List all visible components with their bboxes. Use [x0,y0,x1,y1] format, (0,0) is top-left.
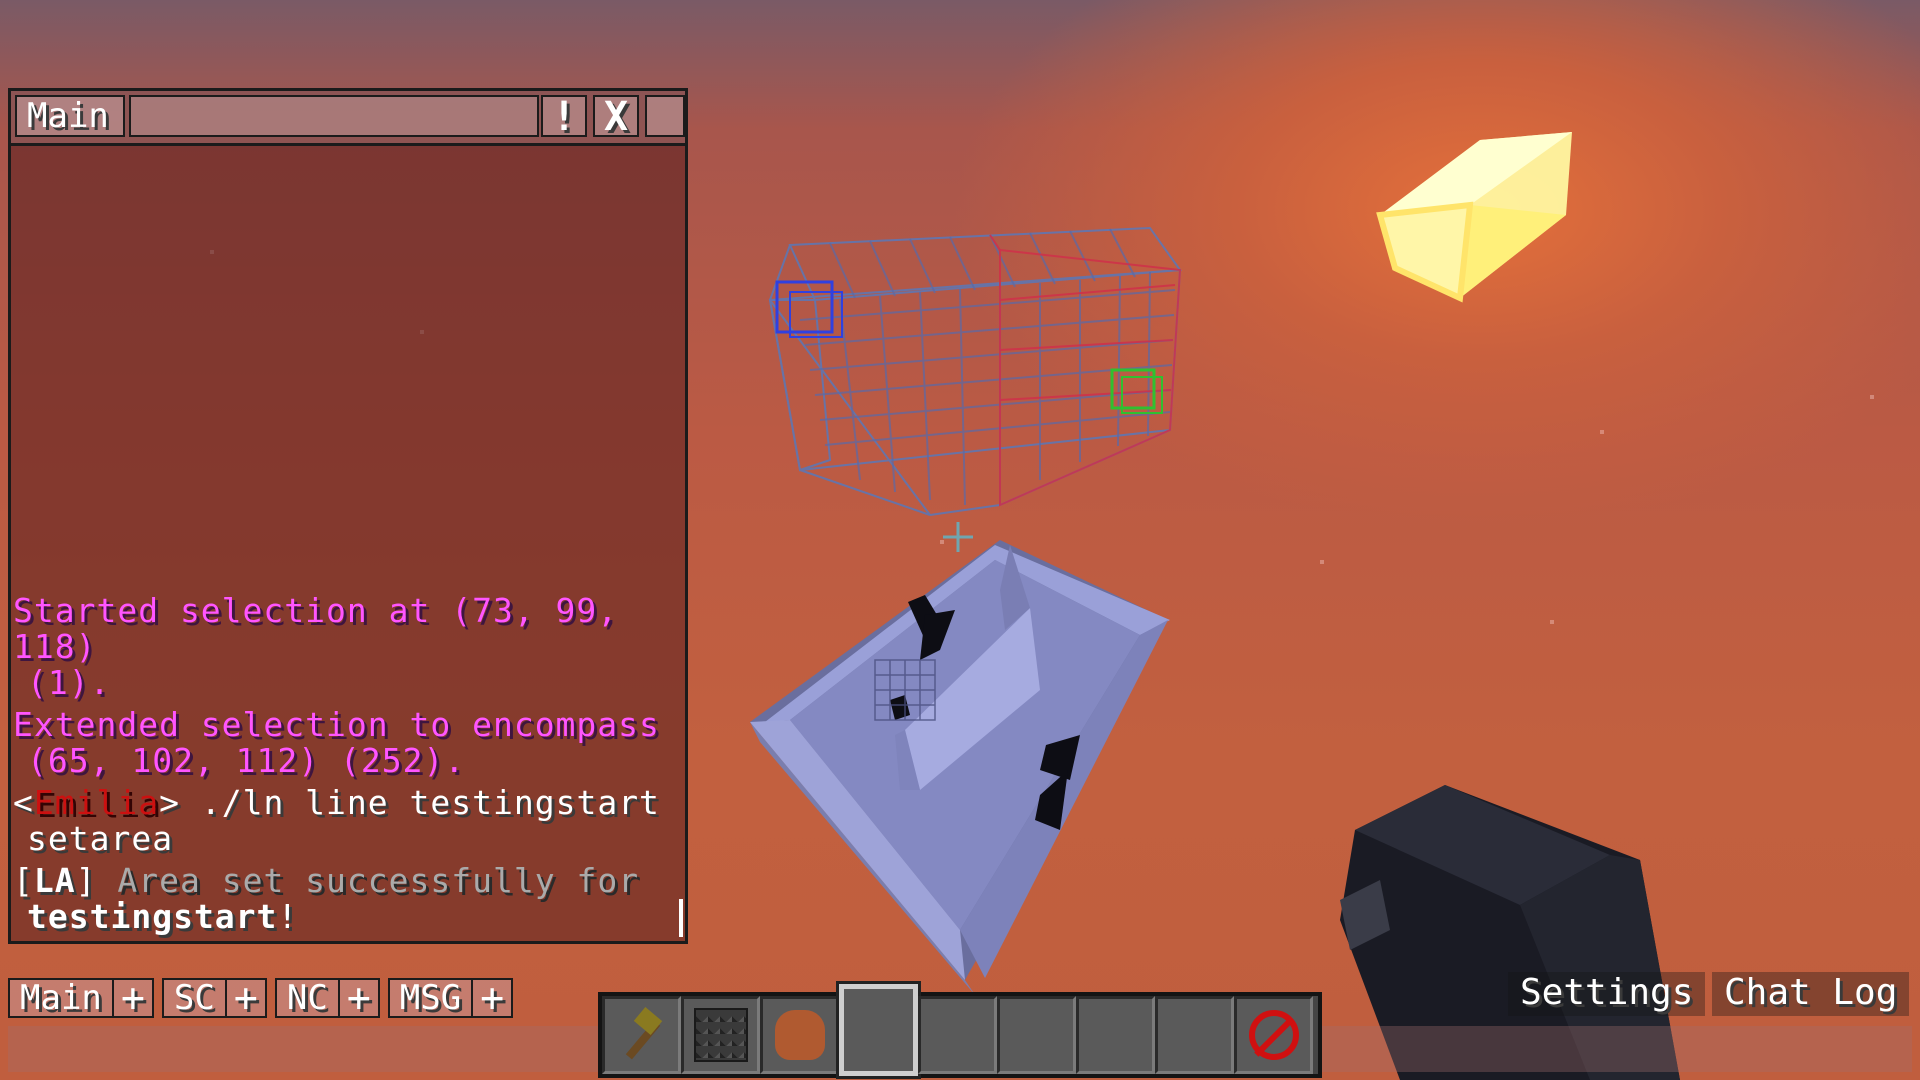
hotbar-slot[interactable] [602,996,681,1074]
chat-bracket-close: > [159,783,180,822]
chat-log-button[interactable]: Chat Log [1712,972,1910,1016]
player-name[interactable]: Emilia [34,783,159,822]
channel-label[interactable]: MSG [387,978,474,1018]
chat-extra-button[interactable] [645,95,685,137]
barrier-icon [1248,1010,1299,1060]
chat-message-text: Extended selection to encompass [13,705,660,744]
channel-tab-sc[interactable]: SC + [161,978,267,1018]
chat-cursor [679,899,683,937]
chat-window: Main ! X Started selection at (73, 99, 1… [8,88,688,944]
channel-label[interactable]: Main [8,978,114,1018]
channel-tab-main[interactable]: Main + [8,978,154,1018]
chat-message-cont: (1). [27,663,111,702]
plus-icon[interactable]: + [113,978,154,1018]
hotbar-slot-selected[interactable] [836,981,921,1079]
chat-message-cont: testingstart! [13,899,683,935]
settings-button[interactable]: Settings [1508,972,1706,1016]
channel-tab-nc[interactable]: NC + [274,978,380,1018]
hotbar-slot[interactable] [760,996,839,1074]
hotbar-slot[interactable] [1076,996,1155,1074]
channel-tab-msg[interactable]: MSG + [387,978,514,1018]
structure-build [750,540,1170,995]
chat-messages: Started selection at (73, 99, 118) (1). … [13,593,683,941]
channel-tabs: Main + SC + NC + MSG + [8,978,514,1018]
chat-message: <Emilia> ./ln line testingstart setarea [13,785,683,857]
chat-window-tab-main[interactable]: Main [15,95,125,137]
chat-message-cont: (65, 102, 112) (252). [27,741,466,780]
chat-titlebar[interactable]: Main ! X [11,91,685,146]
alert-icon[interactable]: ! [541,95,587,137]
sun-block [1376,132,1572,303]
plus-icon[interactable]: + [473,978,514,1018]
chat-message-end: ! [277,897,299,936]
chat-message-cont: setarea [27,819,174,858]
hotbar-slot[interactable] [681,996,760,1074]
area-name: testingstart [27,897,278,936]
hotbar-slot[interactable] [918,996,997,1074]
plus-icon[interactable]: + [339,978,380,1018]
chat-title-field[interactable] [129,95,539,137]
channel-label[interactable]: SC [161,978,227,1018]
hotbar [598,981,1322,1079]
channel-label[interactable]: NC [274,978,340,1018]
chat-message-text: Area set successfully for [96,861,640,900]
chat-message: Started selection at (73, 99, 118) (1). [13,593,683,701]
chat-message: Extended selection to encompass (65, 102… [13,707,683,779]
chat-message-text: Started selection at (73, 99, 118) [13,591,619,666]
prefix-bracket-open: [ [13,861,34,900]
wooden-axe-icon [617,1010,667,1060]
hotbar-slot[interactable] [1234,996,1313,1074]
prefix-label: LA [33,861,76,900]
plus-icon[interactable]: + [226,978,267,1018]
chat-message: [LA] Area set successfully for testingst… [13,863,683,935]
chat-message-text: ./ln line testingstart [179,783,660,822]
crosshair-icon [943,522,973,552]
chat-bracket-open: < [13,783,34,822]
hotbar-slot[interactable] [1155,996,1234,1074]
leather-icon [774,1010,825,1060]
hotbar-slot[interactable] [997,996,1076,1074]
bedrock-icon [693,1008,748,1062]
prefix-bracket-close: ] [75,861,97,900]
close-icon[interactable]: X [593,95,639,137]
selection-wireframe [768,226,1182,516]
